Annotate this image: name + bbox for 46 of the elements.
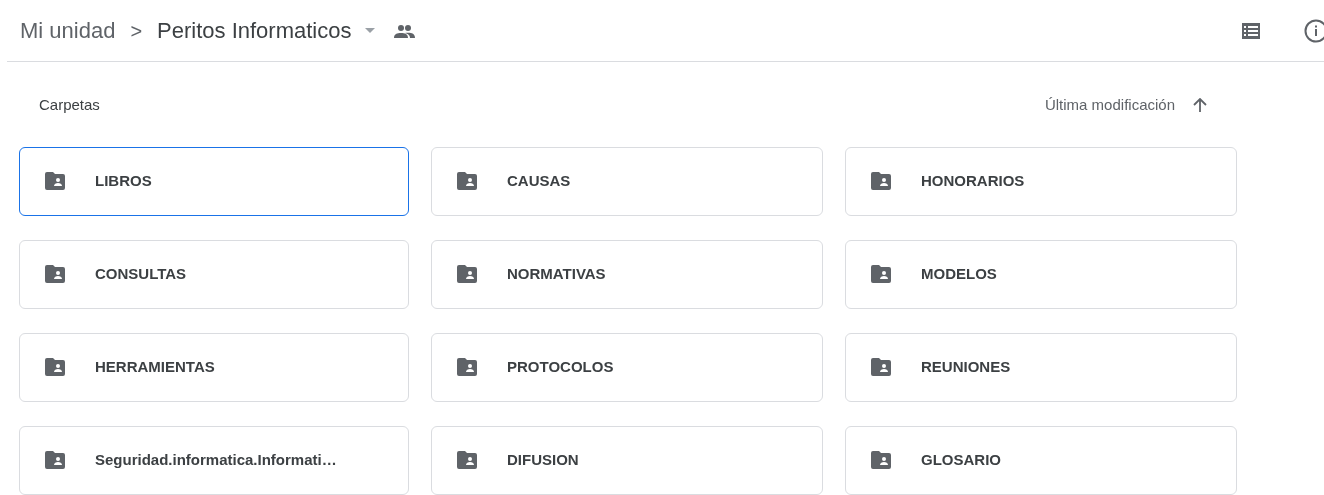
shared-folder-icon [871, 358, 891, 376]
shared-folder-icon [45, 172, 65, 190]
folder-name: LIBROS [95, 170, 152, 191]
shared-folder-icon [45, 451, 65, 469]
folder-card[interactable]: DIFUSION [431, 425, 823, 495]
folder-name: HERRAMIENTAS [95, 356, 215, 377]
folder-card[interactable]: Seguridad.informatica.Informati… [19, 425, 409, 495]
folder-name: Seguridad.informatica.Informati… [95, 449, 337, 470]
breadcrumb-separator: > [130, 18, 143, 44]
shared-folder-icon [457, 172, 477, 190]
shared-folder-icon [457, 451, 477, 469]
shared-folder-icon [871, 172, 891, 190]
folder-name: PROTOCOLOS [507, 356, 614, 377]
shared-folder-icon [871, 451, 891, 469]
folder-card[interactable]: NORMATIVAS [431, 239, 823, 309]
folder-name: DIFUSION [507, 449, 579, 470]
folder-card[interactable]: PROTOCOLOS [431, 332, 823, 402]
folder-name: CONSULTAS [95, 263, 187, 284]
folder-card[interactable]: HONORARIOS [845, 146, 1237, 216]
sort-button[interactable]: Última modificación [1044, 94, 1175, 117]
list-view-icon[interactable] [1242, 22, 1260, 39]
section-title: Carpetas [39, 95, 100, 115]
folder-name: NORMATIVAS [507, 263, 606, 284]
dropdown-caret-icon[interactable] [365, 28, 376, 33]
shared-folder-icon [45, 265, 65, 283]
folder-card[interactable]: HERRAMIENTAS [19, 332, 409, 402]
shared-folder-icon [457, 358, 477, 376]
shared-folder-icon [457, 265, 477, 283]
folder-card[interactable]: CONSULTAS [19, 239, 409, 309]
shared-folder-icon [871, 265, 891, 283]
current-folder-title[interactable]: Peritos Informaticos [157, 14, 352, 47]
folder-card[interactable]: MODELOS [845, 239, 1237, 309]
folder-card[interactable]: CAUSAS [431, 146, 823, 216]
folder-name: MODELOS [921, 263, 997, 284]
folder-card[interactable]: LIBROS [19, 146, 409, 216]
folder-name: HONORARIOS [921, 170, 1025, 191]
folder-card[interactable]: REUNIONES [845, 332, 1237, 402]
info-icon[interactable] [1304, 18, 1324, 43]
breadcrumb-link[interactable]: Mi unidad [20, 14, 116, 47]
sort-ascending-arrow-icon[interactable] [1193, 98, 1207, 113]
people-icon [393, 23, 416, 38]
folder-name: REUNIONES [921, 356, 1011, 377]
shared-folder-icon [45, 358, 65, 376]
folder-card[interactable]: GLOSARIO [845, 425, 1237, 495]
folder-name: GLOSARIO [921, 449, 1001, 470]
folder-name: CAUSAS [507, 170, 571, 191]
